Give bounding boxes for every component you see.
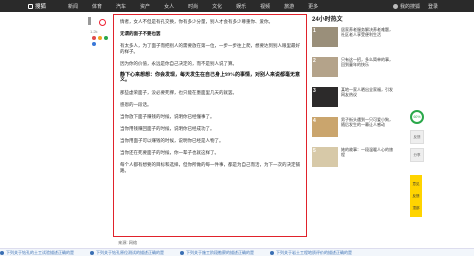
share-weibo-icon[interactable] — [92, 36, 96, 40]
article-paragraph: 有太多人，为了面子而把别人的需要放在第一位，一步一步往上爬，想要达到别人眼里最好… — [120, 43, 300, 54]
article-marker — [88, 17, 91, 25]
question-icon — [270, 251, 274, 255]
user-menu[interactable]: 我的搜狐 — [392, 3, 420, 10]
question-icon — [0, 251, 4, 255]
feedback-button[interactable]: 反馈 — [410, 130, 424, 144]
nav-item-women[interactable]: 女人 — [164, 3, 174, 10]
question-icon — [90, 251, 94, 255]
article-paragraph: 当你还在死要面子的时候，你一辈子也就这样了。 — [120, 150, 219, 155]
rank-badge: 4 — [313, 118, 316, 124]
article-paragraph: 因为你的价值，永远是你自己决定的，而不是别人说了算。 — [120, 60, 237, 66]
hot-article-title[interactable]: 她的故事：一段温暖人心的旅程 — [341, 147, 393, 157]
article-paragraph: 每个人都有想要的目标和选择，但你所做的每一件事，都是为自己而活，为下一次的决定铺… — [120, 162, 300, 173]
nav-item-more[interactable]: 更多 — [308, 3, 318, 10]
related-question-link[interactable]: 下列关于钻孔原位测试的描述正确的是 — [90, 250, 164, 256]
site-logo[interactable]: 搜狐 — [28, 2, 46, 10]
nav-item-entertainment[interactable]: 娱乐 — [236, 3, 246, 10]
comment-count-icon[interactable] — [99, 19, 106, 26]
nav-links: 新闻 体育 汽车 资产 女人 时尚 文化 娱乐 视频 旅游 更多 — [68, 2, 318, 10]
share-float-button[interactable]: 分享 — [410, 148, 424, 162]
article-subheading: 无谓的面子不要也罢 — [120, 31, 161, 36]
nav-item-fashion[interactable]: 时尚 — [188, 3, 198, 10]
rank-badge: 1 — [313, 28, 316, 34]
hot-article-title[interactable]: 某地一家人晒出全家福，引发网友热议 — [341, 87, 393, 97]
question-icon — [180, 251, 184, 255]
article-paragraph: 当你放下面子赚钱的时候，说明你已经懂事了。 — [120, 114, 215, 119]
nav-item-property[interactable]: 资产 — [140, 3, 150, 10]
article-highlight: 静下心来想想：你会发现，每天发生在自己身上99%的事情，对别人来说都毫无意义。 — [120, 72, 301, 84]
share-wechat-icon[interactable] — [104, 36, 108, 40]
hot-articles-sidebar: 24小时热文 1 居家养老服务解决养老难题，社区老人享受便利生活 2 只有这一招… — [312, 14, 394, 177]
float-action-panel: 意见 反馈 顶部 — [410, 175, 422, 217]
rank-badge: 3 — [313, 88, 316, 94]
nav-item-news[interactable]: 新闻 — [68, 3, 78, 10]
hot-article-title[interactable]: 居家养老服务解决养老难题，社区老人享受便利生活 — [341, 27, 393, 37]
related-questions-bar: 下列关于钻孔的土工试验描述正确的是 下列关于钻孔原位测试的描述正确的是 下列关于… — [0, 248, 474, 256]
user-icon — [392, 3, 398, 9]
hot-article-title[interactable]: 只有这一招，多么简单的事，回到童年的快乐 — [341, 57, 393, 67]
related-question-link[interactable]: 下列关于岩土工程地质评价的描述正确的是 — [270, 250, 352, 256]
share-qq-icon[interactable] — [92, 42, 96, 46]
share-qzone-icon[interactable] — [98, 36, 102, 40]
nav-item-culture[interactable]: 文化 — [212, 3, 222, 10]
back-to-top-button[interactable]: 顶部 — [413, 206, 420, 211]
hot-article-title[interactable]: 男子街头遇到一只可爱小狗，随后发生的一幕让人感动 — [341, 117, 393, 127]
top-navigation-bar: 搜狐 新闻 体育 汽车 资产 女人 时尚 文化 娱乐 视频 旅游 更多 我的搜狐… — [0, 0, 474, 12]
article-paragraph: 当你用钱赚回面子的时候，说明你已经成功了。 — [120, 126, 215, 131]
nav-item-travel[interactable]: 旅游 — [284, 3, 294, 10]
sidebar-title: 24小时热文 — [312, 17, 343, 23]
rank-badge: 2 — [313, 58, 316, 64]
nav-item-auto[interactable]: 汽车 — [116, 3, 126, 10]
nav-item-sports[interactable]: 体育 — [92, 3, 102, 10]
share-buttons — [92, 36, 108, 46]
article-body: 情者，女人不但是有孔交换，你有多少分量，别人才会有多少尊重你、爱你。 无谓的面子… — [113, 14, 307, 237]
read-counter: 1.2k — [90, 29, 98, 34]
nav-item-video[interactable]: 视频 — [260, 3, 270, 10]
hot-article-item[interactable]: 1 居家养老服务解决养老难题，社区老人享受便利生活 — [312, 27, 394, 51]
hot-article-item[interactable]: 5 她的故事：一段温暖人心的旅程 — [312, 147, 394, 171]
rank-badge: 5 — [313, 148, 316, 154]
article-paragraph: 情者，女人不但是有孔交换，你有多少分量，别人才会有多少尊重你、爱你。 — [120, 19, 273, 24]
article-paragraph: 感恩的一段话。 — [120, 102, 152, 107]
home-icon — [28, 3, 33, 9]
article-paragraph: 那些虚荣面子，没必要死撑，也只能在墨面里几天的就罢。 — [120, 90, 237, 95]
float-feedback-button[interactable]: 反馈 — [413, 194, 420, 199]
site-logo-text: 搜狐 — [35, 4, 47, 10]
article-source-caption: 来源: 网络 — [118, 240, 138, 245]
hot-article-item[interactable]: 4 男子街头遇到一只可爱小狗，随后发生的一幕让人感动 — [312, 117, 394, 141]
progress-circle[interactable]: 60% — [410, 110, 424, 124]
hot-article-item[interactable]: 3 某地一家人晒出全家福，引发网友热议 — [312, 87, 394, 111]
nav-user-area: 我的搜狐 登录 — [392, 2, 438, 10]
float-opinion-button[interactable]: 意见 — [413, 182, 420, 187]
related-question-link[interactable]: 下列关于施工阶段勘察的描述正确的是 — [180, 250, 254, 256]
hot-article-item[interactable]: 2 只有这一招，多么简单的事，回到童年的快乐 — [312, 57, 394, 81]
login-link[interactable]: 登录 — [428, 3, 438, 10]
article-paragraph: 当你用面子可以赚钱的时候，说明你已经是人物了。 — [120, 138, 224, 143]
related-question-link[interactable]: 下列关于钻孔的土工试验描述正确的是 — [0, 250, 74, 256]
